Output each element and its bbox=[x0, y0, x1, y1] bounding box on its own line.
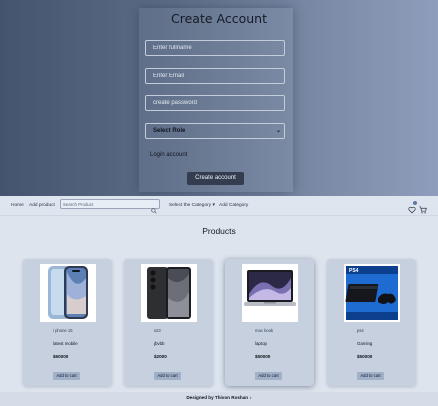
product-brand: s23 bbox=[154, 328, 161, 333]
add-to-cart-button[interactable]: Add to cart bbox=[154, 372, 181, 380]
product-price: $2000 bbox=[154, 354, 167, 359]
footer: Designed by Thivon Roshan ♪ bbox=[0, 392, 438, 406]
svg-text:PS4: PS4 bbox=[349, 268, 359, 274]
add-to-cart-button[interactable]: Add to cart bbox=[255, 372, 282, 380]
product-card: PS4 ps4 Gaming $50000 Add to cart bbox=[327, 259, 416, 386]
add-to-cart-button[interactable]: Add to cart bbox=[357, 372, 384, 380]
navbar: Home Add product Select the Category ▾ A… bbox=[0, 196, 438, 216]
product-name: jbvbb bbox=[154, 341, 165, 346]
product-brand: i phone 15 bbox=[53, 328, 73, 333]
chevron-down-icon: ⌄ bbox=[275, 128, 281, 134]
nav-home-link[interactable]: Home bbox=[11, 203, 24, 208]
search-icon[interactable] bbox=[151, 201, 157, 219]
chevron-down-icon: ▾ bbox=[212, 203, 215, 208]
password-field[interactable] bbox=[145, 95, 285, 111]
product-name: laptop bbox=[255, 341, 267, 346]
create-account-button[interactable]: Create account bbox=[187, 172, 244, 185]
products-title: Products bbox=[202, 226, 236, 236]
notification-badge bbox=[413, 201, 417, 205]
nav-add-category-link[interactable]: Add Category bbox=[219, 203, 248, 208]
product-card: mac book laptop $50000 Add to cart bbox=[225, 259, 314, 386]
product-price: $50000 bbox=[357, 354, 373, 359]
category-select-value: Select the Category bbox=[169, 203, 212, 208]
login-account-link[interactable]: Login account bbox=[150, 152, 187, 158]
role-select[interactable]: Select Role ⌄ bbox=[145, 123, 285, 139]
product-name: latest mobile bbox=[53, 341, 78, 346]
nav-add-product-link[interactable]: Add product bbox=[29, 203, 55, 208]
product-name: Gaming bbox=[357, 341, 373, 346]
product-brand: mac book bbox=[255, 328, 274, 333]
fullname-field[interactable] bbox=[145, 40, 285, 56]
iphone-image bbox=[40, 264, 96, 322]
cart-icon[interactable] bbox=[419, 201, 427, 219]
product-price: $50000 bbox=[255, 354, 271, 359]
macbook-image bbox=[242, 264, 298, 322]
product-price: $60000 bbox=[53, 354, 69, 359]
ps4-image: PS4 bbox=[344, 264, 400, 322]
search-box bbox=[60, 199, 160, 214]
product-card: s23 jbvbb $2000 Add to cart bbox=[124, 259, 213, 386]
role-select-value: Select Role bbox=[153, 128, 186, 134]
category-select[interactable]: Select the Category ▾ bbox=[169, 203, 215, 208]
search-input[interactable] bbox=[63, 200, 149, 208]
galaxy-phone-image bbox=[141, 264, 197, 322]
product-brand: ps4 bbox=[357, 328, 364, 333]
signup-title: Create Account bbox=[171, 11, 267, 26]
add-to-cart-button[interactable]: Add to cart bbox=[53, 372, 80, 380]
product-card: i phone 15 latest mobile $60000 Add to c… bbox=[23, 259, 112, 386]
email-field[interactable] bbox=[145, 68, 285, 84]
